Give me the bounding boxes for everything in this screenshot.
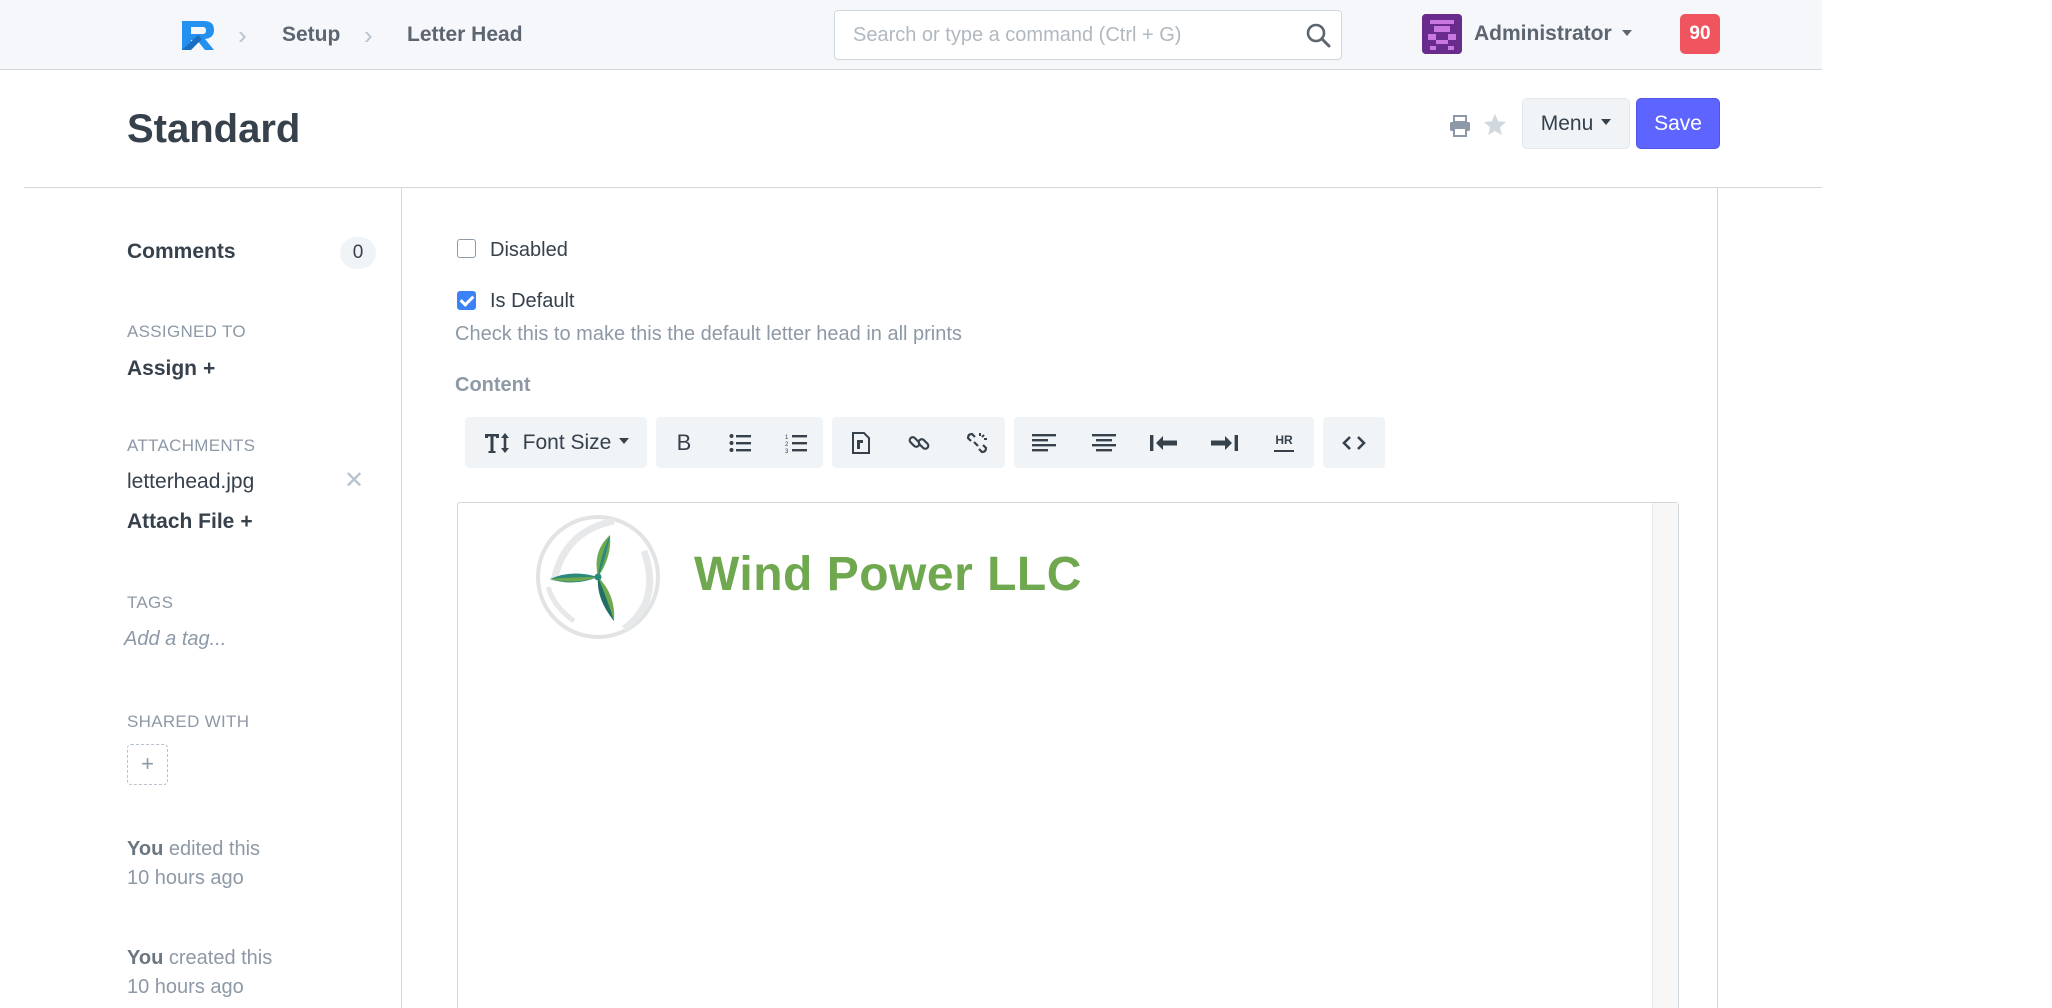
comments-count-badge: 0: [340, 237, 376, 269]
assign-button[interactable]: Assign +: [127, 357, 215, 381]
user-name: Administrator: [1474, 22, 1612, 45]
timeline-item: You created this 10 hours ago: [127, 944, 272, 1002]
font-size-dropdown[interactable]: Font Size: [465, 417, 647, 468]
page-title: Standard: [127, 107, 301, 151]
horizontal-rule-line: [1274, 449, 1294, 452]
is-default-checkbox[interactable]: [457, 291, 476, 310]
search-box: [834, 10, 1342, 60]
search-input[interactable]: [835, 11, 1295, 59]
tags-heading: TAGS: [127, 593, 174, 612]
attach-file-label: Attach File: [127, 510, 235, 533]
code-icon: [1342, 435, 1366, 450]
toolbar-font-group: Font Size: [465, 417, 647, 468]
letterhead-company-name: Wind Power LLC: [694, 548, 1082, 601]
font-size-label: Font Size: [522, 430, 612, 454]
indent-icon: [1211, 434, 1238, 451]
file-image-icon: [852, 431, 870, 454]
breadcrumb-separator-icon: ›: [364, 20, 373, 50]
is-default-help-text: Check this to make this the default lett…: [455, 323, 962, 345]
align-center-icon: [1092, 433, 1116, 451]
app-logo-icon[interactable]: [178, 17, 218, 53]
bold-button[interactable]: B: [656, 417, 712, 468]
avatar-pattern-icon: [1422, 14, 1462, 54]
code-view-button[interactable]: [1323, 417, 1385, 468]
text-height-icon: [484, 432, 509, 453]
assign-label: Assign: [127, 357, 198, 380]
notification-badge[interactable]: 90: [1680, 14, 1720, 54]
breadcrumb-separator-icon: ›: [238, 20, 247, 50]
numbered-list-button[interactable]: 1 2 3: [768, 417, 824, 468]
user-menu[interactable]: Administrator: [1474, 22, 1632, 46]
search-icon[interactable]: [1305, 22, 1331, 48]
is-default-label[interactable]: Is Default: [490, 290, 574, 313]
assigned-to-heading: ASSIGNED TO: [127, 322, 246, 341]
menu-button-label: Menu: [1540, 111, 1594, 135]
attachments-heading: ATTACHMENTS: [127, 436, 256, 455]
timeline-action: edited this: [163, 838, 261, 860]
comments-link[interactable]: Comments: [127, 240, 236, 264]
page-head-divider: [24, 187, 1822, 188]
caret-down-icon: [1621, 29, 1632, 36]
editor-scrollbar[interactable]: [1652, 503, 1678, 1008]
caret-down-icon: [1601, 119, 1612, 126]
horizontal-rule-button[interactable]: HR: [1254, 417, 1314, 468]
plus-icon: +: [240, 510, 253, 533]
add-tag-input[interactable]: Add a tag...: [124, 628, 226, 651]
outdent-button[interactable]: [1134, 417, 1194, 468]
timeline-item: You edited this 10 hours ago: [127, 835, 260, 893]
share-add-button[interactable]: +: [127, 744, 168, 785]
insert-file-button[interactable]: [832, 417, 890, 468]
unlink-icon: [966, 432, 988, 453]
content-field-label: Content: [455, 374, 531, 396]
timeline-user[interactable]: You: [127, 947, 163, 969]
sidebar-divider: [401, 188, 402, 1008]
attach-file-button[interactable]: Attach File +: [127, 510, 253, 534]
svg-text:2: 2: [785, 442, 789, 448]
print-icon[interactable]: [1448, 114, 1472, 138]
outdent-icon: [1150, 434, 1177, 451]
timeline-action: created this: [163, 947, 273, 969]
timeline-time: 10 hours ago: [127, 867, 244, 889]
indent-button[interactable]: [1194, 417, 1254, 468]
toolbar-align-group: HR: [1014, 417, 1314, 468]
align-left-icon: [1032, 433, 1056, 451]
link-icon: [908, 435, 930, 450]
bold-icon: B: [676, 429, 692, 455]
link-button[interactable]: [890, 417, 948, 468]
layout-divider: [1717, 188, 1718, 1008]
toolbar-format-group: B 1 2 3: [656, 417, 823, 468]
attachment-link[interactable]: letterhead.jpg: [127, 470, 254, 494]
timeline-time: 10 hours ago: [127, 976, 244, 998]
remove-attachment-icon[interactable]: ✕: [344, 466, 364, 495]
svg-text:3: 3: [785, 449, 789, 453]
unlink-button[interactable]: [948, 417, 1006, 468]
timeline-user[interactable]: You: [127, 838, 163, 860]
caret-down-icon: [619, 438, 630, 444]
disabled-checkbox[interactable]: [457, 239, 476, 258]
menu-button[interactable]: Menu: [1522, 98, 1630, 149]
navbar: › Setup › Letter Head Administrator 90: [0, 0, 1822, 70]
svg-text:1: 1: [785, 435, 789, 441]
disabled-label[interactable]: Disabled: [490, 239, 568, 262]
breadcrumb-letter-head[interactable]: Letter Head: [407, 22, 523, 48]
align-center-button[interactable]: [1074, 417, 1134, 468]
toolbar-insert-group: [832, 417, 1005, 468]
horizontal-rule-icon: HR: [1275, 432, 1293, 447]
toolbar-code-group: [1323, 417, 1385, 468]
content-editor[interactable]: Wind Power LLC: [457, 502, 1679, 1008]
shared-with-heading: SHARED WITH: [127, 712, 250, 731]
bullet-list-button[interactable]: [712, 417, 768, 468]
numbered-list-icon: 1 2 3: [785, 434, 807, 453]
star-icon[interactable]: [1482, 112, 1508, 138]
plus-icon: +: [203, 357, 216, 380]
wind-turbine-logo-icon: [536, 515, 660, 639]
save-button[interactable]: Save: [1636, 98, 1720, 149]
breadcrumb-setup[interactable]: Setup: [282, 22, 340, 48]
bullet-list-icon: [729, 433, 751, 452]
align-left-button[interactable]: [1014, 417, 1074, 468]
avatar[interactable]: [1422, 14, 1462, 54]
